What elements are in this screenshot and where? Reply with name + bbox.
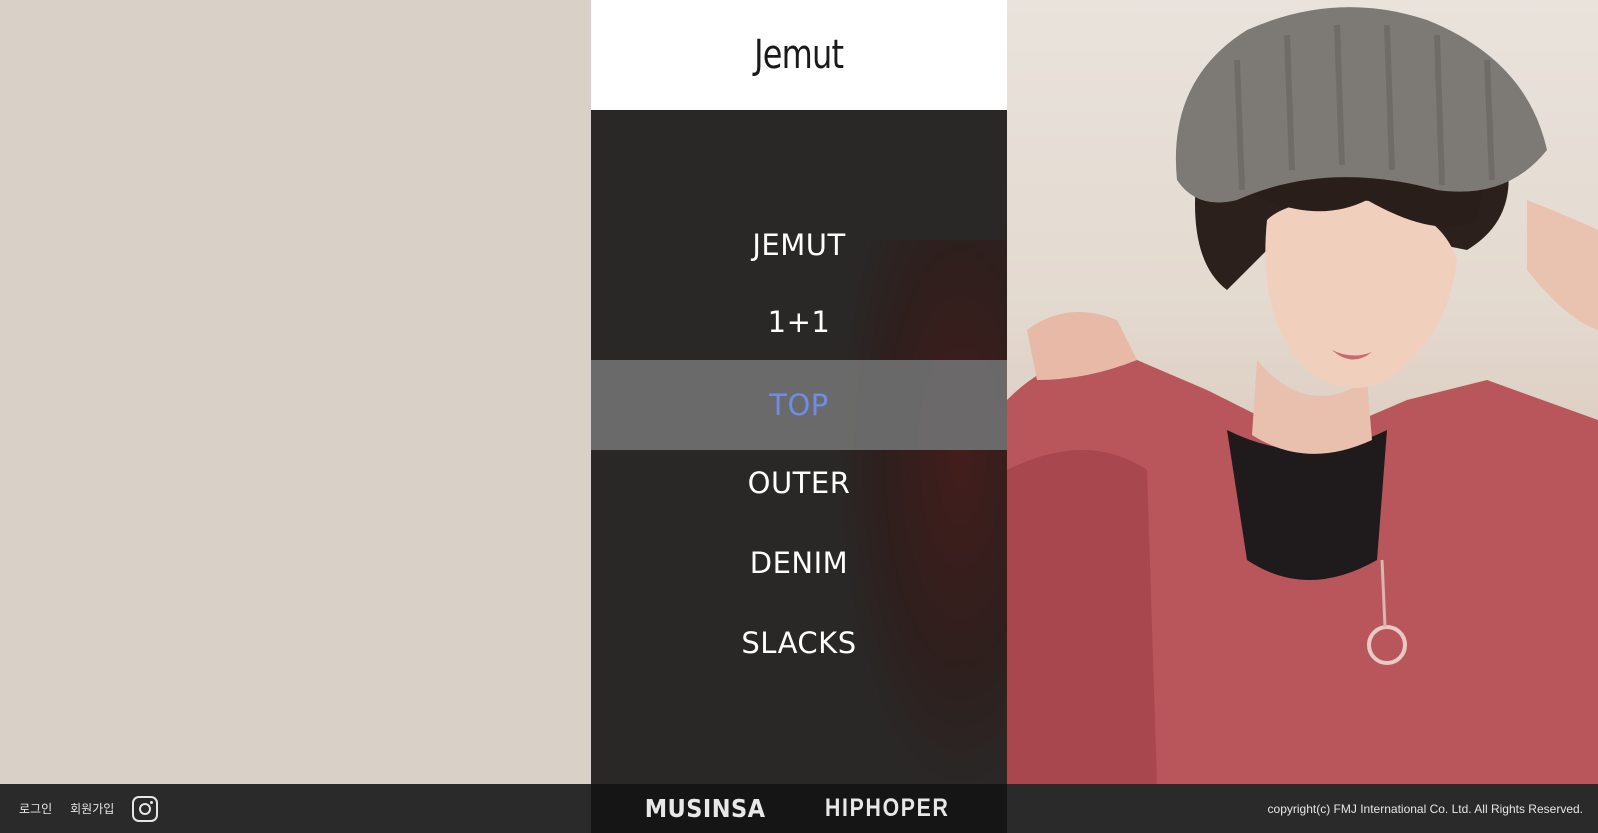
menu-item-top[interactable]: TOP (591, 360, 1007, 450)
brand-hiphoper[interactable]: HIPHOPER (825, 794, 950, 823)
footer-account-links: 로그인 회원가입 (19, 784, 159, 833)
copyright-text: copyright(c) FMJ International Co. Ltd. … (1267, 801, 1583, 816)
page: Jemut JEMUT 1+1 TOP OUTER DENIM SLACKS 로… (0, 0, 1598, 833)
login-link[interactable]: 로그인 (19, 800, 52, 817)
menu-item-denim[interactable]: DENIM (591, 518, 1007, 608)
model-illustration (1007, 7, 1598, 784)
logo-container[interactable]: Jemut (591, 0, 1007, 110)
menu-item-outer[interactable]: OUTER (591, 438, 1007, 528)
join-link[interactable]: 회원가입 (70, 800, 114, 817)
brand-musinsa[interactable]: MUSINSA (644, 794, 765, 823)
menu-item-1plus1[interactable]: 1+1 (591, 277, 1007, 367)
model-photo (1007, 0, 1598, 784)
instagram-icon[interactable] (132, 795, 159, 822)
left-background (0, 0, 591, 784)
menu-column: Jemut JEMUT 1+1 TOP OUTER DENIM SLACKS (591, 0, 1007, 784)
brand-links: MUSINSA HIPHOPER (591, 784, 1007, 833)
footer-bar: 로그인 회원가입 MUSINSA HIPHOPER copyright(c) F… (0, 784, 1598, 833)
menu-item-slacks[interactable]: SLACKS (591, 598, 1007, 688)
site-logo[interactable]: Jemut (754, 32, 844, 78)
